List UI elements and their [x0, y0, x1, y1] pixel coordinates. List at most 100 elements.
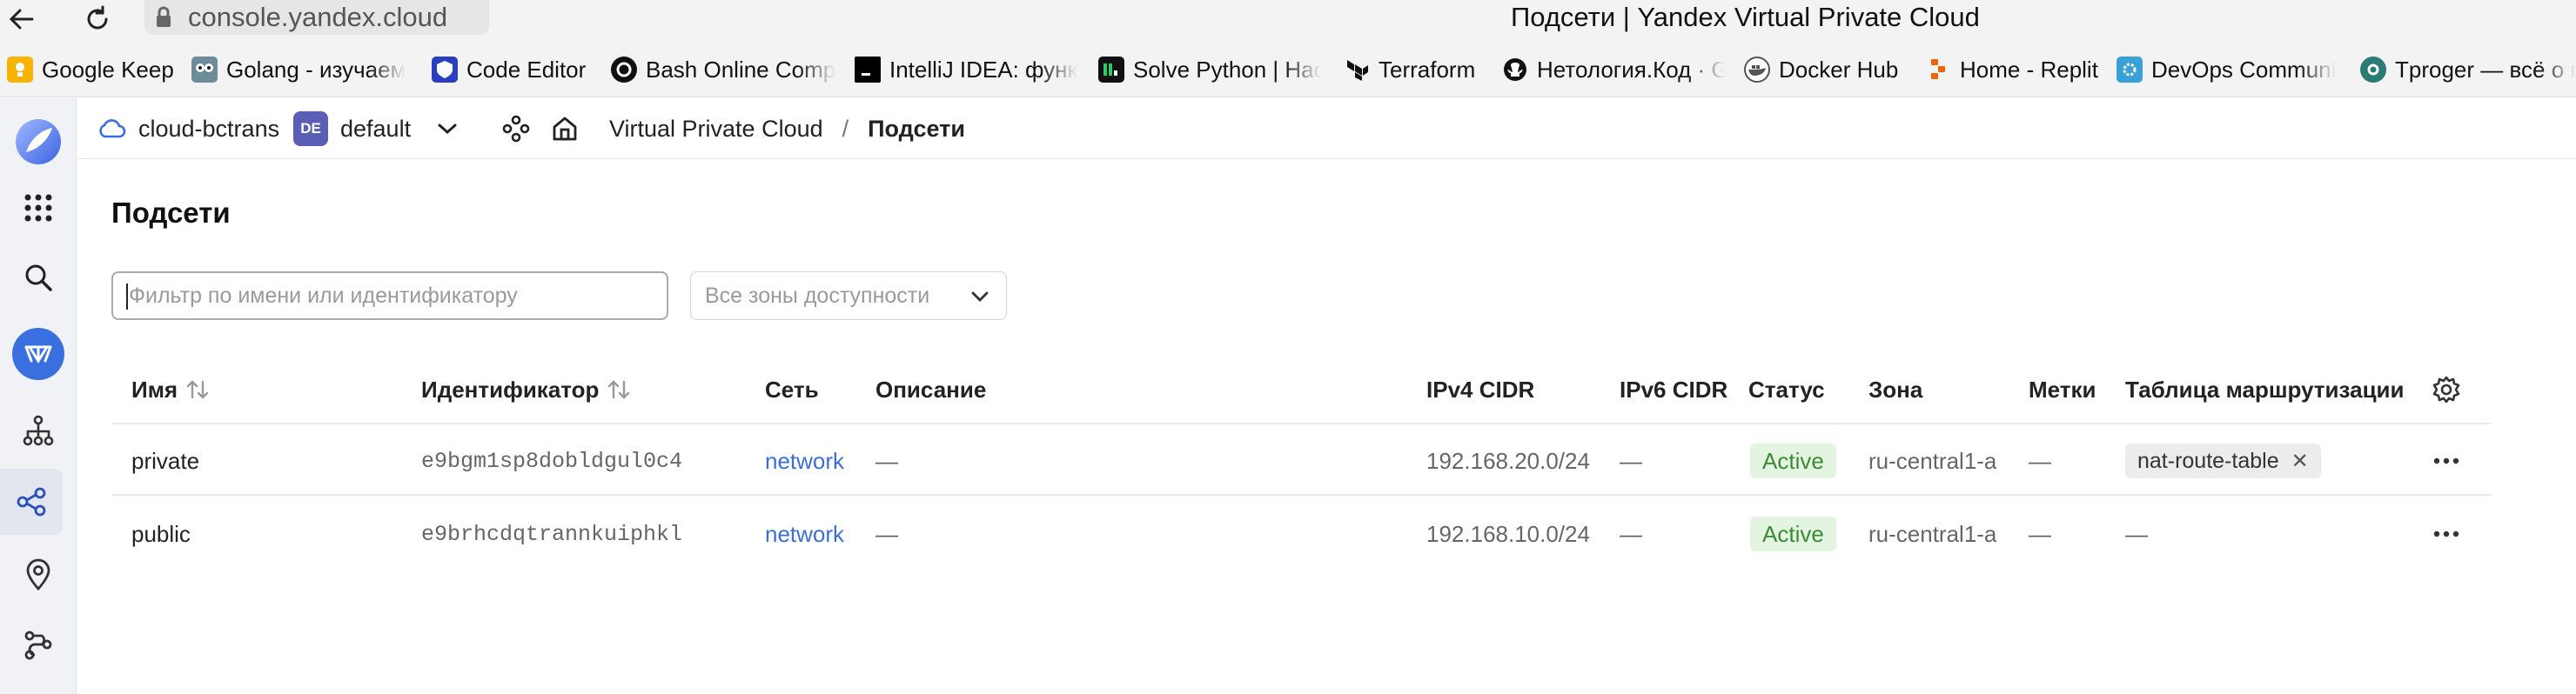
cloud-networks-button[interactable] [0, 397, 77, 464]
bookmark-google-keep[interactable]: Google Keep [7, 52, 181, 87]
terraform-icon [1344, 57, 1370, 83]
bookmark-docker-hub[interactable]: Docker Hub [1744, 52, 1915, 87]
bookmark-replit[interactable]: Home - Replit [1925, 52, 2108, 87]
bookmark-intellij[interactable]: IntelliJ IDEA: функ [855, 52, 1081, 87]
cloud-icon [99, 119, 126, 138]
zone-select-value: Все зоны доступности [705, 283, 930, 308]
bookmarks-bar: Google Keep Golang - изучаем Code Editor… [0, 42, 2576, 97]
bookmark-hackerrank[interactable]: Solve Python | Hac [1098, 52, 1321, 87]
cloud-logo-icon [16, 119, 61, 164]
breadcrumb-current: Подсети [868, 115, 965, 142]
bookmark-golang[interactable]: Golang - изучаем [191, 52, 411, 87]
row-actions-button[interactable] [2429, 517, 2464, 551]
bookmark-devops-community[interactable]: DevOps Communi [2116, 52, 2339, 87]
column-header-status: Статус [1748, 376, 1825, 403]
network-link[interactable]: network [765, 444, 844, 478]
address-url: console.yandex.cloud [188, 2, 448, 32]
sort-icon [186, 380, 209, 399]
subnet-description: — [875, 520, 898, 547]
more-horizontal-icon [2433, 531, 2459, 537]
intellij-icon [855, 57, 881, 83]
reload-button[interactable] [78, 2, 117, 37]
code-editor-icon [432, 57, 458, 83]
folder-name: default [340, 115, 412, 142]
search-icon [25, 264, 52, 291]
google-keep-icon [7, 57, 33, 83]
subnets-icon [17, 487, 46, 517]
column-header-ipv6: IPv6 CIDR [1620, 376, 1728, 403]
bookmark-netology-github[interactable]: Нетология.Код · G [1502, 52, 1725, 87]
all-services-button[interactable] [0, 175, 77, 241]
yandex-cloud-logo[interactable] [0, 109, 77, 175]
subnet-zone: ru-central1-a [1868, 520, 1997, 547]
subnet-zone: ru-central1-a [1868, 447, 1997, 474]
subnets-button[interactable] [0, 469, 63, 535]
address-bar[interactable]: console.yandex.cloud [144, 0, 489, 35]
subnet-name[interactable]: public [131, 517, 191, 551]
subnet-labels: — [2029, 520, 2051, 547]
bookmark-bash-online[interactable]: Bash Online Comp [611, 52, 835, 87]
hackerrank-icon [1098, 57, 1124, 83]
chevron-down-icon [438, 123, 457, 135]
route-table-tag[interactable]: nat-route-table ✕ [2125, 444, 2321, 478]
bash-icon [611, 57, 637, 83]
availability-zone-select[interactable]: Все зоны доступности [690, 271, 1007, 320]
bookmark-terraform[interactable]: Terraform [1344, 52, 1492, 87]
row-actions-button[interactable] [2429, 444, 2464, 478]
subnet-id: e9bgm1sp8dobldgul0c4 [421, 448, 683, 474]
route-table-name: nat-route-table [2137, 448, 2279, 473]
column-header-zone: Зона [1868, 376, 1923, 403]
filter-input[interactable] [111, 271, 668, 320]
golang-icon [191, 57, 218, 83]
subnet-route-table: — [2125, 520, 2148, 547]
breadcrumb-vpc-link[interactable]: Virtual Private Cloud [609, 116, 823, 143]
subnet-id: e9brhcdqtrannkuiphkl [421, 521, 683, 547]
ip-addresses-button[interactable] [0, 542, 77, 608]
nodes-icon [502, 115, 530, 143]
back-button[interactable] [2, 2, 40, 37]
location-pin-icon [26, 558, 50, 591]
home-icon [553, 117, 577, 141]
subnet-ipv6: — [1620, 447, 1642, 474]
vpc-service-button[interactable] [0, 321, 77, 387]
network-link[interactable]: network [765, 517, 844, 551]
replit-icon [1925, 57, 1951, 83]
table-divider [111, 423, 2492, 424]
breadcrumb: Virtual Private Cloud / Подсети [609, 98, 965, 159]
subnet-labels: — [2029, 447, 2051, 474]
status-badge: Active [1750, 517, 1836, 551]
reload-icon [87, 5, 108, 30]
routing-tables-button[interactable] [0, 611, 77, 677]
home-button[interactable] [547, 98, 582, 159]
status-badge: Active [1750, 444, 1836, 478]
bookmark-code-editor[interactable]: Code Editor [432, 52, 602, 87]
column-header-route-table: Таблица маршрутизации [2125, 376, 2405, 403]
console-header: cloud-bctrans DE default Virtual Private… [77, 98, 2576, 159]
folder-selector[interactable]: DE default [293, 98, 458, 159]
subnet-ipv4: 192.168.20.0/24 [1426, 447, 1590, 474]
page-title: Подсети [111, 197, 231, 229]
column-header-name[interactable]: Имя [131, 372, 211, 407]
folder-badge: DE [293, 111, 328, 146]
table-settings-button[interactable] [2429, 372, 2464, 407]
column-header-network: Сеть [765, 376, 819, 403]
remove-route-table-icon[interactable]: ✕ [2291, 449, 2309, 474]
sort-icon [608, 380, 630, 399]
lock-icon [157, 6, 171, 27]
back-arrow-icon [9, 9, 34, 30]
cloud-selector[interactable]: cloud-bctrans [97, 98, 279, 159]
column-header-id[interactable]: Идентификатор [421, 372, 632, 407]
routing-icon [24, 631, 52, 660]
more-horizontal-icon [2433, 457, 2459, 464]
search-button[interactable] [0, 244, 77, 310]
github-icon [1502, 57, 1528, 83]
chevron-down-icon [971, 291, 989, 302]
cloud-name: cloud-bctrans [138, 115, 280, 142]
bookmark-tproger[interactable]: Tproger — всё о п [2360, 52, 2576, 87]
subnet-name[interactable]: private [131, 444, 199, 478]
browser-toolbar: console.yandex.cloud Подсети | Yandex Vi… [0, 0, 2576, 42]
window-title: Подсети | Yandex Virtual Private Cloud [1511, 2, 1980, 32]
service-map-button[interactable] [499, 98, 533, 159]
subnet-description: — [875, 447, 898, 474]
breadcrumb-separator: / [842, 115, 849, 142]
